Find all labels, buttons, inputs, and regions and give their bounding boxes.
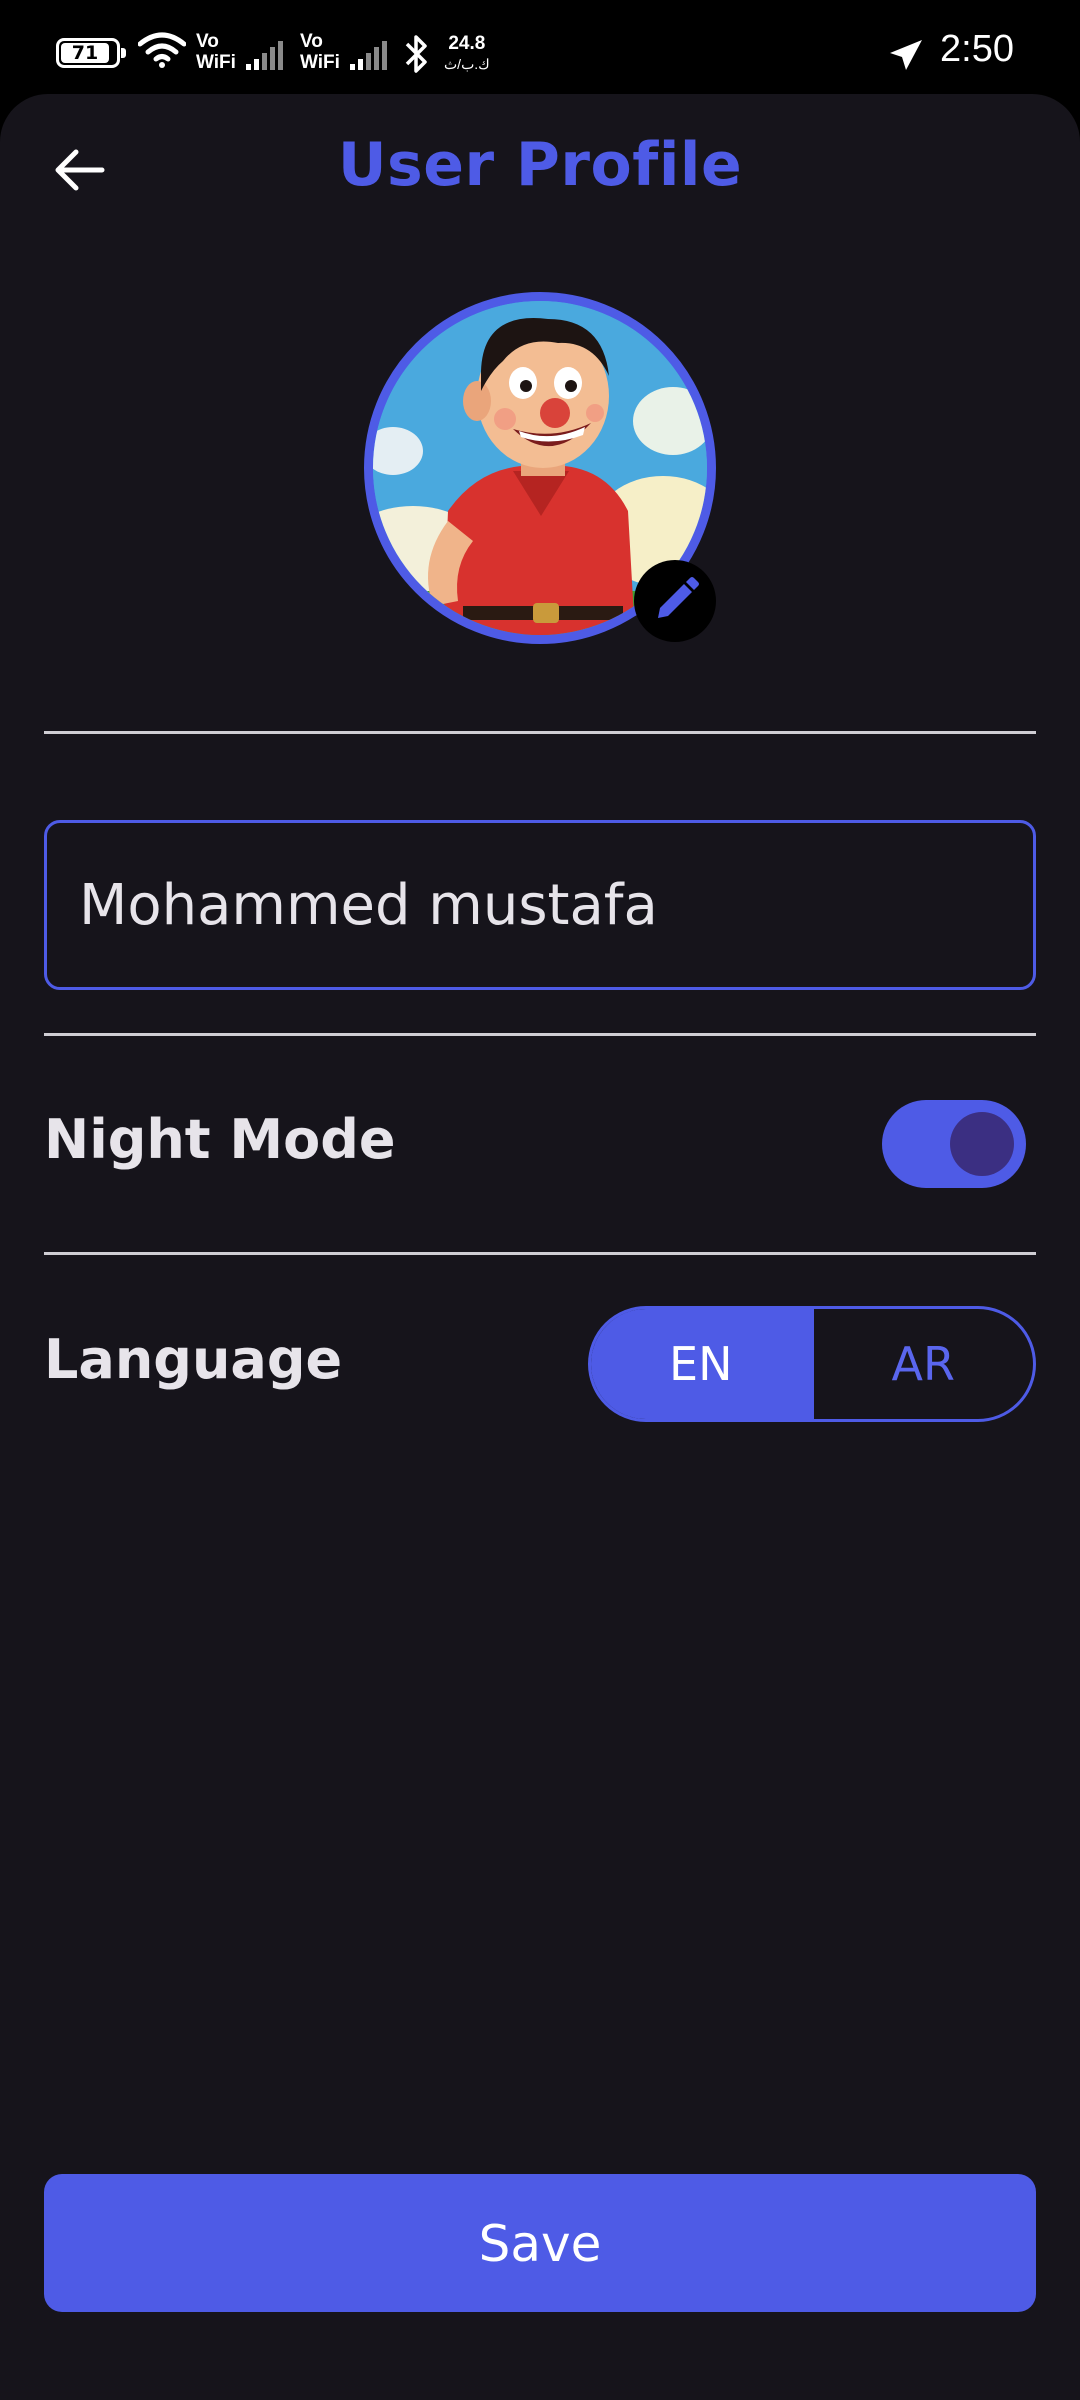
save-button[interactable]: Save (44, 2174, 1036, 2312)
language-selector: EN AR (588, 1306, 1036, 1422)
page-title: User Profile (337, 130, 743, 200)
pencil-icon (658, 577, 699, 618)
clock: 2:50 (940, 28, 1014, 70)
send-icon (890, 40, 922, 70)
sim1-vo-text: Vo (196, 31, 219, 52)
divider (44, 1252, 1036, 1255)
language-option-en[interactable]: EN (591, 1309, 811, 1419)
night-mode-label: Night Mode (44, 1108, 396, 1171)
sim1-wifi-text: WiFi (196, 52, 236, 73)
bluetooth-icon (405, 35, 427, 73)
sim2-vo-text: Vo (300, 31, 323, 52)
signal-icon (246, 41, 283, 70)
toggle-knob (950, 1112, 1014, 1176)
net-speed-value: 24.8 (448, 33, 486, 54)
sim2-wifi-text: WiFi (300, 52, 340, 73)
sim2-vowifi: Vo WiFi (300, 32, 340, 74)
net-speed-unit: ك.ب/ث (444, 56, 490, 72)
network-speed: 24.8 ك.ب/ث (444, 34, 490, 74)
battery-level: 71 (61, 43, 109, 63)
sim1-vowifi: Vo WiFi (196, 32, 236, 74)
name-input[interactable] (44, 820, 1036, 990)
status-bar: 71 Vo WiFi Vo WiFi 24.8 ك.ب/ث 2:50 (0, 0, 1080, 96)
wifi-icon (138, 32, 186, 68)
night-mode-toggle[interactable] (882, 1100, 1026, 1188)
language-option-ar[interactable]: AR (810, 1309, 1034, 1419)
edit-avatar-button[interactable] (634, 560, 716, 642)
battery-icon: 71 (56, 38, 126, 68)
avatar-container (364, 292, 716, 644)
signal-icon (350, 41, 387, 70)
divider (44, 1033, 1036, 1036)
language-label: Language (44, 1328, 343, 1391)
divider (44, 731, 1036, 734)
